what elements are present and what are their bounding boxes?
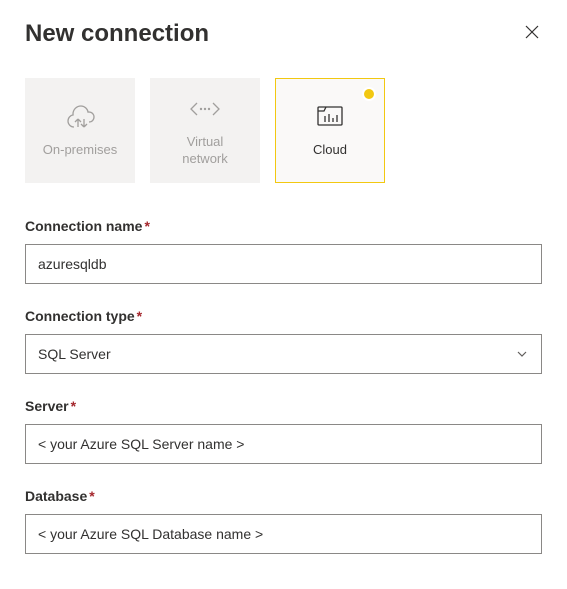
database-label: Database* xyxy=(25,488,542,504)
dialog-header: New connection xyxy=(25,20,542,48)
label-text: Server xyxy=(25,398,69,414)
connection-type-group: Connection type* SQL Server xyxy=(25,308,542,374)
connection-name-input[interactable] xyxy=(25,244,542,284)
chevron-down-icon xyxy=(515,347,529,361)
connection-type-select-wrapper: SQL Server xyxy=(25,334,542,374)
server-label: Server* xyxy=(25,398,542,414)
tile-virtual-network[interactable]: Virtual network xyxy=(150,78,260,183)
cloud-sync-icon xyxy=(62,102,98,132)
close-icon xyxy=(524,24,540,45)
required-star-icon: * xyxy=(89,488,94,504)
tile-on-premises[interactable]: On-premises xyxy=(25,78,135,183)
tile-label: On-premises xyxy=(43,142,117,159)
database-input[interactable] xyxy=(25,514,542,554)
dialog-title: New connection xyxy=(25,20,209,48)
server-group: Server* xyxy=(25,398,542,464)
connection-name-group: Connection name* xyxy=(25,218,542,284)
label-text: Database xyxy=(25,488,87,504)
cloud-analytics-icon xyxy=(312,102,348,132)
connection-type-select[interactable]: SQL Server xyxy=(25,334,542,374)
tile-label: Cloud xyxy=(313,142,347,159)
connection-type-tiles: On-premises Virtual network xyxy=(25,78,542,183)
network-icon xyxy=(187,94,223,124)
required-star-icon: * xyxy=(137,308,142,324)
required-star-icon: * xyxy=(144,218,149,234)
selected-badge-icon xyxy=(362,87,376,101)
server-input[interactable] xyxy=(25,424,542,464)
database-group: Database* xyxy=(25,488,542,554)
connection-type-label: Connection type* xyxy=(25,308,542,324)
tile-cloud[interactable]: Cloud xyxy=(275,78,385,183)
label-text: Connection type xyxy=(25,308,135,324)
tile-label: Virtual network xyxy=(182,134,228,168)
close-button[interactable] xyxy=(522,24,542,44)
label-text: Connection name xyxy=(25,218,142,234)
select-value: SQL Server xyxy=(38,346,111,362)
connection-name-label: Connection name* xyxy=(25,218,542,234)
required-star-icon: * xyxy=(71,398,76,414)
